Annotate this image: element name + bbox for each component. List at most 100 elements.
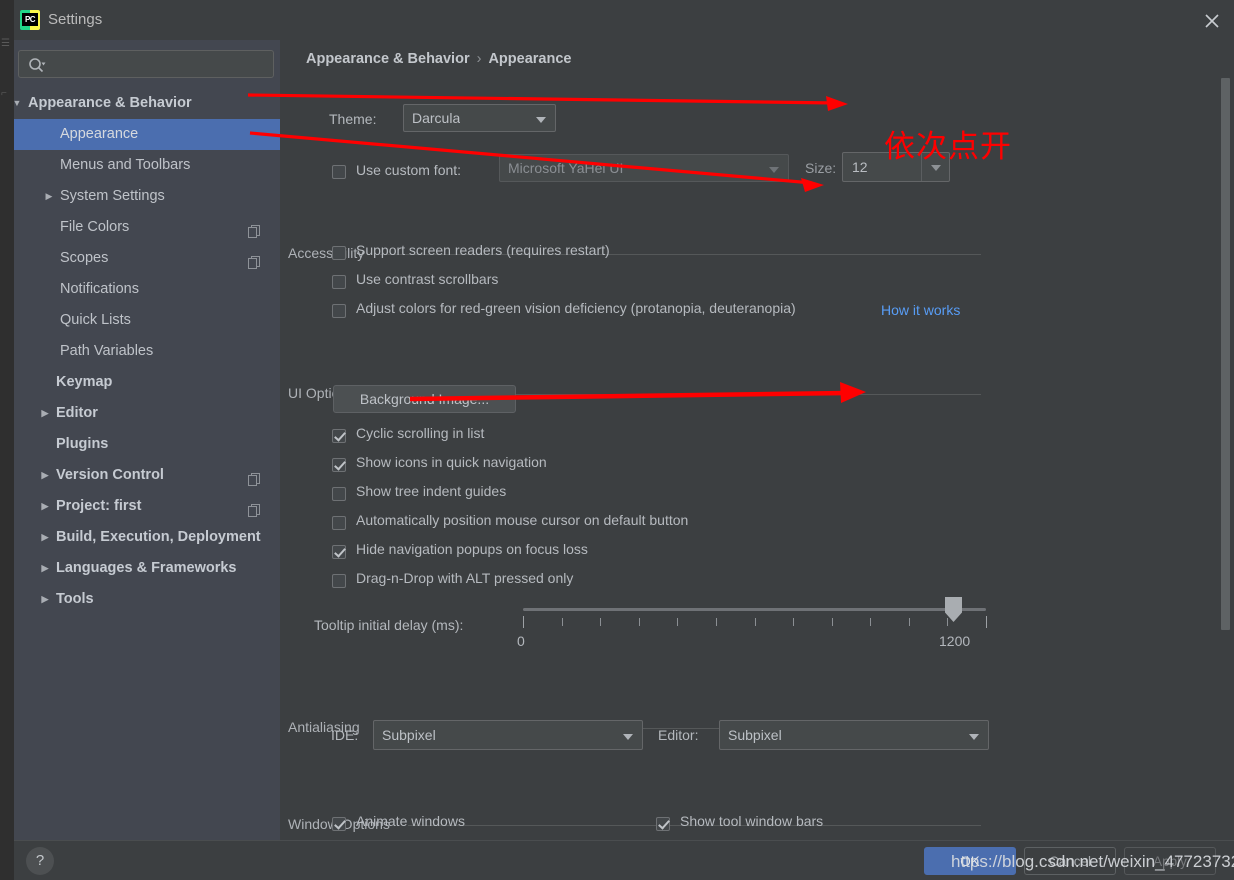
sidebar-item-path-variables[interactable]: Path Variables	[14, 336, 280, 367]
sidebar-item-label: Editor	[56, 398, 98, 429]
sidebar-item-label: Tools	[56, 584, 94, 615]
content-scrollbar[interactable]	[1219, 40, 1232, 840]
slider-tick	[523, 616, 524, 628]
slider-tick	[870, 618, 871, 626]
breadcrumb: Appearance & Behavior›Appearance	[306, 51, 571, 67]
auto-position-cursor-label: Automatically position mouse cursor on d…	[356, 512, 688, 528]
search-box[interactable]	[18, 50, 274, 78]
sidebar-item-appearance[interactable]: Appearance	[14, 119, 280, 150]
sidebar-item-notifications[interactable]: Notifications	[14, 274, 280, 305]
sidebar-item-plugins[interactable]: Plugins	[14, 429, 280, 460]
custom-font-dropdown[interactable]: Microsoft YaHei UI	[499, 154, 789, 182]
font-size-spinner[interactable]: 12	[842, 152, 950, 182]
editor-antialiasing-label: Editor:	[658, 727, 698, 743]
sidebar-item-label: System Settings	[60, 181, 165, 212]
ide-antialiasing-value: Subpixel	[382, 727, 436, 743]
sidebar-item-system-settings[interactable]: ▶System Settings	[14, 181, 280, 212]
sidebar-item-label: Plugins	[56, 429, 108, 460]
sidebar-item-label: Scopes	[60, 243, 108, 274]
chevron-down-icon	[623, 734, 633, 740]
sidebar-item-quick-lists[interactable]: Quick Lists	[14, 305, 280, 336]
chevron-right-icon[interactable]: ▶	[38, 584, 52, 615]
chevron-down-icon	[536, 117, 546, 123]
theme-value: Darcula	[412, 110, 460, 126]
sidebar-item-languages-frameworks[interactable]: ▶Languages & Frameworks	[14, 553, 280, 584]
sidebar-item-label: Version Control	[56, 460, 164, 491]
breadcrumb-parent[interactable]: Appearance & Behavior	[306, 51, 470, 67]
settings-dialog: PC Settings	[14, 0, 1234, 880]
checkbox-box	[332, 246, 346, 260]
show-tool-window-bars-label: Show tool window bars	[680, 813, 823, 829]
bg-glyph-2: ⌐	[1, 88, 7, 99]
slider-tick	[832, 618, 833, 626]
search-container	[18, 50, 274, 78]
custom-font-value: Microsoft YaHei UI	[508, 160, 623, 176]
chevron-down-icon	[769, 167, 779, 173]
tooltip-delay-label: Tooltip initial delay (ms):	[314, 617, 463, 633]
sidebar-item-label: Menus and Toolbars	[60, 150, 190, 181]
cancel-button[interactable]: Cancel	[1024, 847, 1116, 875]
slider-tick	[562, 618, 563, 626]
slider-tick	[639, 618, 640, 626]
sidebar-item-keymap[interactable]: Keymap	[14, 367, 280, 398]
slider-tick	[600, 618, 601, 626]
accessibility-title: Accessibility	[288, 245, 364, 261]
sidebar-item-tools[interactable]: ▶Tools	[14, 584, 280, 615]
adjust-colors-label: Adjust colors for red-green vision defic…	[356, 300, 796, 316]
animate-windows-label: Animate windows	[356, 813, 465, 829]
editor-antialiasing-dropdown[interactable]: Subpixel	[719, 720, 989, 750]
background-image-button[interactable]: Background Image...	[333, 385, 516, 413]
ok-button[interactable]: OK	[924, 847, 1016, 875]
sidebar-item-version-control[interactable]: ▶Version Control	[14, 460, 280, 491]
tooltip-delay-track[interactable]	[523, 608, 986, 611]
sidebar-item-project-first[interactable]: ▶Project: first	[14, 491, 280, 522]
slider-tick	[909, 618, 910, 626]
chevron-right-icon[interactable]: ▶	[38, 398, 52, 429]
chevron-right-icon[interactable]: ▶	[38, 522, 52, 553]
settings-sidebar: ▼Appearance & BehaviorAppearanceMenus an…	[14, 40, 280, 840]
chevron-right-icon[interactable]: ▶	[42, 181, 56, 212]
ide-antialiasing-dropdown[interactable]: Subpixel	[373, 720, 643, 750]
font-size-value: 12	[852, 159, 868, 175]
sidebar-item-menus-and-toolbars[interactable]: Menus and Toolbars	[14, 150, 280, 181]
slider-tick	[755, 618, 756, 626]
use-custom-font-label: Use custom font:	[356, 162, 461, 178]
chevron-right-icon[interactable]: ▶	[38, 491, 52, 522]
slider-tick	[716, 618, 717, 626]
sidebar-item-file-colors[interactable]: File Colors	[14, 212, 280, 243]
slider-max-label: 1200	[939, 633, 970, 649]
how-it-works-link[interactable]: How it works	[881, 302, 960, 318]
checkbox-box	[332, 516, 346, 530]
checkbox-box	[332, 574, 346, 588]
sidebar-item-editor[interactable]: ▶Editor	[14, 398, 280, 429]
checkbox-box	[332, 275, 346, 289]
chevron-down-icon	[969, 734, 979, 740]
sidebar-item-label: Keymap	[56, 367, 112, 398]
sidebar-item-scopes[interactable]: Scopes	[14, 243, 280, 274]
sidebar-item-label: Path Variables	[60, 336, 153, 367]
checkbox-box	[656, 817, 670, 831]
help-icon[interactable]: ?	[26, 847, 54, 875]
checkbox-box	[332, 165, 346, 179]
chevron-right-icon[interactable]: ▶	[38, 553, 52, 584]
sidebar-item-label: Build, Execution, Deployment	[56, 522, 261, 553]
use-contrast-scrollbars-label: Use contrast scrollbars	[356, 271, 498, 287]
search-input[interactable]	[51, 51, 271, 77]
spinner-dropdown-button[interactable]	[921, 153, 949, 181]
screenshot-root: ☰ ⌐ PC Settings	[0, 0, 1234, 880]
slider-tick	[947, 618, 948, 626]
scrollbar-thumb[interactable]	[1221, 78, 1230, 630]
sidebar-item-appearance-behavior[interactable]: ▼Appearance & Behavior	[14, 88, 280, 119]
close-icon[interactable]	[1200, 9, 1224, 33]
sidebar-item-build-execution-deployment[interactable]: ▶Build, Execution, Deployment	[14, 522, 280, 553]
apply-button[interactable]: Apply	[1124, 847, 1216, 875]
support-screen-readers-label: Support screen readers (requires restart…	[356, 242, 610, 258]
show-icons-quick-nav-label: Show icons in quick navigation	[356, 454, 547, 470]
chevron-right-icon[interactable]: ▶	[38, 460, 52, 491]
chevron-down-icon[interactable]: ▼	[10, 88, 24, 119]
settings-tree: ▼Appearance & BehaviorAppearanceMenus an…	[14, 88, 280, 615]
search-icon	[28, 57, 46, 78]
pycharm-icon: PC	[20, 10, 40, 30]
show-tree-indent-guides-label: Show tree indent guides	[356, 483, 506, 499]
theme-dropdown[interactable]: Darcula	[403, 104, 556, 132]
